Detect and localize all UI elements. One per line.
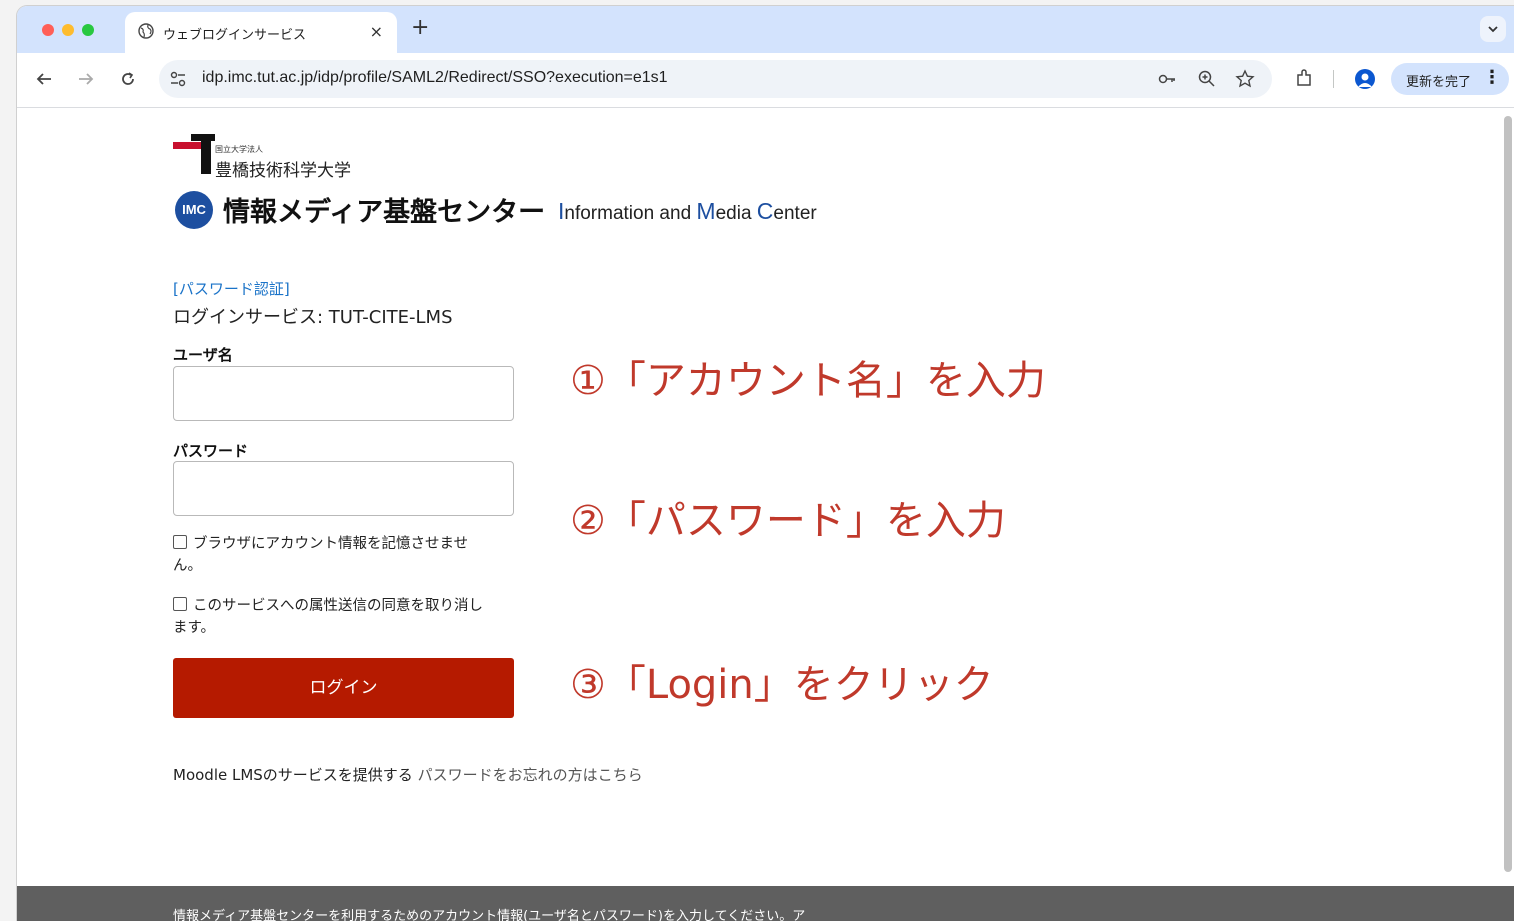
remember-option[interactable]: ブラウザにアカウント情報を記憶させません。 xyxy=(173,533,493,577)
remember-label: ブラウザにアカウント情報を記憶させません。 xyxy=(173,536,469,574)
university-prefix: 国立大学法人 xyxy=(215,145,263,154)
bookmark-star-icon[interactable] xyxy=(1235,69,1255,89)
forgot-password-link[interactable]: パスワードをお忘れの方はこちら xyxy=(418,766,643,784)
browser-window: ウェブログインサービス × + idp.imc.tut.ac.jp/idp/pr… xyxy=(17,6,1514,921)
close-tab-icon[interactable]: × xyxy=(370,22,383,41)
university-logo xyxy=(173,134,215,174)
update-label: 更新を完了 xyxy=(1406,75,1472,90)
close-window-button[interactable] xyxy=(42,24,54,36)
back-arrow-icon[interactable] xyxy=(35,70,53,88)
center-name-jp: 情報メディア基盤センター xyxy=(223,197,546,228)
reload-icon[interactable] xyxy=(119,70,137,88)
person-icon xyxy=(1358,73,1372,87)
profile-avatar[interactable] xyxy=(1355,69,1375,89)
revoke-consent-option[interactable]: このサービスへの属性送信の同意を取り消します。 xyxy=(173,595,493,639)
password-label: パスワード xyxy=(173,442,249,460)
page-footer: 情報メディア基盤センターを利用するためのアカウント情報(ユーザ名とパスワード)を… xyxy=(17,886,1514,921)
url-text[interactable]: idp.imc.tut.ac.jp/idp/profile/SAML2/Redi… xyxy=(202,69,668,87)
login-service-label: ログインサービス: TUT-CITE-LMS xyxy=(173,307,453,328)
more-menu-icon[interactable]: ⋮ xyxy=(1483,67,1501,88)
zoom-icon[interactable] xyxy=(1197,69,1217,89)
login-button[interactable]: ログイン xyxy=(173,658,514,718)
footer-text: 情報メディア基盤センターを利用するためのアカウント情報(ユーザ名とパスワード)を… xyxy=(173,909,806,921)
scrollbar[interactable] xyxy=(1504,116,1512,872)
service-info: Moodle LMSのサービスを提供する パスワードをお忘れの方はこちら xyxy=(173,764,643,785)
username-input[interactable] xyxy=(173,366,514,421)
revoke-consent-checkbox[interactable] xyxy=(173,597,187,611)
minimize-window-button[interactable] xyxy=(62,24,74,36)
username-label: ユーザ名 xyxy=(173,346,233,364)
annotation-step2: ②「パスワード」を入力 xyxy=(570,498,1006,544)
annotation-step3: ③「Login」をクリック xyxy=(570,662,994,708)
tab-search-button[interactable] xyxy=(1480,16,1506,42)
maximize-window-button[interactable] xyxy=(82,24,94,36)
remember-checkbox[interactable] xyxy=(173,535,187,549)
university-name: 豊橋技術科学大学 xyxy=(215,161,351,181)
globe-icon xyxy=(138,23,154,39)
center-name-en: Information and Media Center xyxy=(558,198,817,224)
chevron-down-icon xyxy=(1488,26,1498,33)
tab-strip: ウェブログインサービス × + xyxy=(17,6,1514,53)
imc-logo: IMC xyxy=(175,191,213,229)
browser-toolbar: idp.imc.tut.ac.jp/idp/profile/SAML2/Redi… xyxy=(17,53,1514,108)
page-content: 国立大学法人 豊橋技術科学大学 IMC 情報メディア基盤センター Informa… xyxy=(17,108,1514,921)
toolbar-divider xyxy=(1333,70,1334,88)
key-icon[interactable] xyxy=(1157,69,1177,89)
update-browser-button[interactable]: 更新を完了 ⋮ xyxy=(1391,63,1509,95)
site-settings-icon[interactable] xyxy=(169,70,187,88)
revoke-consent-label: このサービスへの属性送信の同意を取り消します。 xyxy=(173,598,483,636)
tab-title: ウェブログインサービス xyxy=(163,28,307,43)
extensions-icon[interactable] xyxy=(1294,68,1314,88)
auth-type-label: [パスワード認証] xyxy=(173,280,290,298)
password-input[interactable] xyxy=(173,461,514,516)
annotation-step1: ①「アカウント名」を入力 xyxy=(570,358,1046,404)
new-tab-button[interactable]: + xyxy=(411,15,429,41)
tab-login-service[interactable]: ウェブログインサービス × xyxy=(125,12,397,53)
forward-arrow-icon[interactable] xyxy=(77,70,95,88)
provider-text: Moodle LMSのサービスを提供する xyxy=(173,766,413,784)
address-bar[interactable]: idp.imc.tut.ac.jp/idp/profile/SAML2/Redi… xyxy=(159,60,1272,98)
